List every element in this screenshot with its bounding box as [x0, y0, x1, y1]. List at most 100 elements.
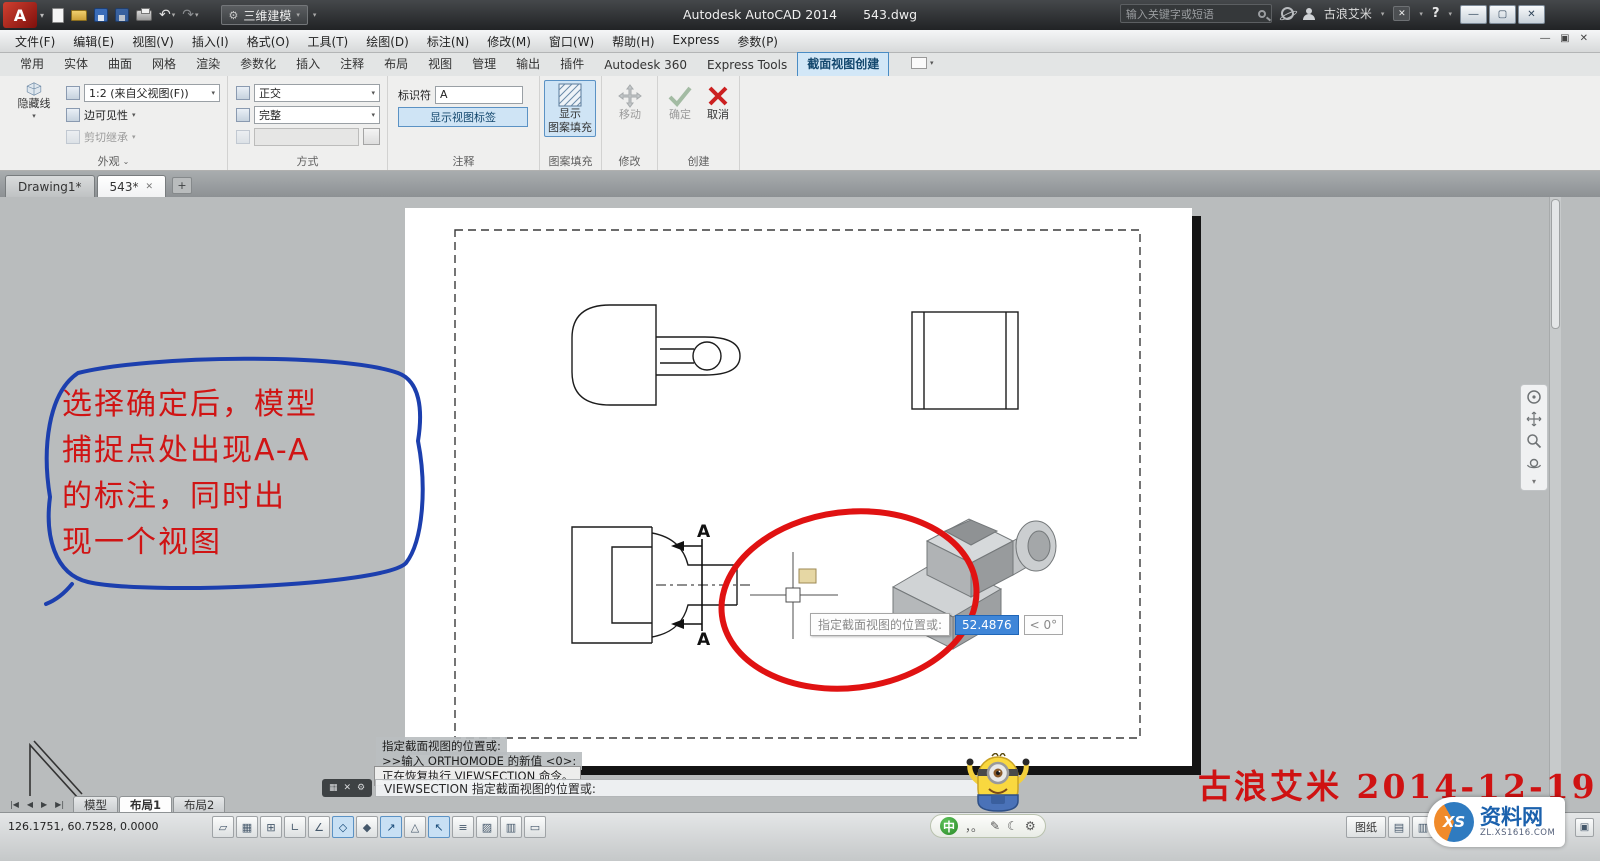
- autocad-logo-icon[interactable]: A: [3, 2, 37, 28]
- lineweight-icon[interactable]: ≡: [452, 816, 474, 838]
- doc-close-icon[interactable]: ✕: [1580, 33, 1588, 44]
- logo-caret-icon[interactable]: ▾: [40, 11, 44, 20]
- drawing-canvas[interactable]: A A: [0, 197, 1600, 796]
- menu-item[interactable]: 窗口(W): [540, 31, 603, 52]
- cancel-button[interactable]: 取消: [700, 84, 736, 122]
- ribbon-tab[interactable]: 常用: [10, 52, 54, 76]
- save-icon[interactable]: [94, 8, 108, 22]
- quick-view-layouts-icon[interactable]: ▤: [1388, 816, 1410, 838]
- ribbon-tab[interactable]: 管理: [462, 52, 506, 76]
- ribbon-tab[interactable]: 插入: [286, 52, 330, 76]
- new-file-icon[interactable]: [52, 8, 64, 23]
- edge-visibility-row[interactable]: 边可见性 ▾: [66, 105, 220, 124]
- ribbon-tab[interactable]: 布局: [374, 52, 418, 76]
- help-caret-icon[interactable]: ▾: [1448, 10, 1452, 18]
- close-command-icon[interactable]: ✕: [343, 784, 351, 793]
- layout-tab[interactable]: 布局1: [119, 796, 172, 812]
- undo-icon[interactable]: ↶: [159, 8, 171, 22]
- menu-item[interactable]: 格式(O): [238, 31, 299, 52]
- menu-item[interactable]: 工具(T): [299, 31, 358, 52]
- command-prompt[interactable]: VIEWSECTION 指定截面视图的位置或:: [375, 779, 993, 797]
- menu-item[interactable]: 参数(P): [728, 31, 787, 52]
- search-input[interactable]: 输入关键字或短语: [1120, 4, 1272, 23]
- redo-caret-icon[interactable]: ▾: [195, 11, 199, 19]
- menu-item[interactable]: 视图(V): [123, 31, 183, 52]
- dynamic-input-icon[interactable]: ↖: [428, 816, 450, 838]
- ime-logo[interactable]: 中: [940, 817, 958, 835]
- ribbon-tab[interactable]: 实体: [54, 52, 98, 76]
- ribbon-tab[interactable]: 参数化: [230, 52, 286, 76]
- menu-item[interactable]: 绘图(D): [357, 31, 418, 52]
- prev-tab-button[interactable]: ◀: [23, 800, 37, 809]
- open-file-icon[interactable]: [71, 10, 87, 21]
- settings-icon[interactable]: ⚙: [1025, 819, 1036, 833]
- menu-item[interactable]: 编辑(E): [64, 31, 123, 52]
- zoom-icon[interactable]: [1526, 433, 1542, 449]
- object-snap-icon[interactable]: ◇: [332, 816, 354, 838]
- steering-wheel-icon[interactable]: [1526, 389, 1542, 405]
- paper-model-toggle[interactable]: 图纸: [1346, 816, 1386, 838]
- ribbon-tab[interactable]: 网格: [142, 52, 186, 76]
- first-tab-button[interactable]: |◀: [6, 800, 23, 809]
- last-tab-button[interactable]: ▶|: [51, 800, 68, 809]
- panel-expand-icon[interactable]: ⌄: [123, 157, 130, 166]
- search-icon[interactable]: [1258, 10, 1266, 18]
- transparency-icon[interactable]: ▨: [476, 816, 498, 838]
- view-scale-select[interactable]: 1:2 (来自父视图(F)) ▾: [84, 84, 220, 102]
- redo-icon[interactable]: ↷: [182, 8, 194, 22]
- ribbon-tab[interactable]: 插件: [550, 52, 594, 76]
- undo-caret-icon[interactable]: ▾: [172, 11, 176, 19]
- close-button[interactable]: ✕: [1518, 5, 1545, 24]
- menu-item[interactable]: 插入(I): [183, 31, 238, 52]
- infer-constraints-icon[interactable]: ▱: [212, 816, 234, 838]
- command-line[interactable]: ▦ ✕ ⚙ VIEWSECTION 指定截面视图的位置或:: [322, 779, 993, 797]
- depth-pick-button[interactable]: [363, 128, 380, 145]
- ribbon-tab[interactable]: Express Tools: [697, 55, 797, 76]
- ribbon-tab[interactable]: 视图: [418, 52, 462, 76]
- pen-icon[interactable]: ✎: [990, 819, 1000, 833]
- 3d-object-snap-icon[interactable]: ◆: [356, 816, 378, 838]
- user-caret-icon[interactable]: ▾: [1381, 10, 1385, 18]
- layout-tab[interactable]: 布局2: [173, 796, 225, 812]
- menu-item[interactable]: 文件(F): [6, 31, 64, 52]
- plot-icon[interactable]: [136, 10, 152, 21]
- menu-item[interactable]: Express: [664, 31, 729, 52]
- ribbon-tab[interactable]: 渲染: [186, 52, 230, 76]
- ribbon-tab[interactable]: 曲面: [98, 52, 142, 76]
- qat-customize-icon[interactable]: ▾: [313, 11, 317, 19]
- minimize-button[interactable]: ―: [1460, 5, 1487, 24]
- object-snap-tracking-icon[interactable]: ↗: [380, 816, 402, 838]
- exchange-apps-icon[interactable]: ✕: [1393, 6, 1410, 21]
- doc-restore-icon[interactable]: ▣: [1560, 33, 1569, 44]
- identifier-input[interactable]: A: [435, 86, 523, 104]
- workspace-switcher[interactable]: ⚙ 三维建模 ▾: [221, 5, 308, 25]
- section-depth-select[interactable]: 完整 ▾: [254, 106, 380, 124]
- quick-properties-icon[interactable]: ▥: [500, 816, 522, 838]
- tab-close-icon[interactable]: ✕: [145, 182, 153, 192]
- navbar-menu-icon[interactable]: ▾: [1532, 477, 1536, 486]
- projection-select[interactable]: 正交 ▾: [254, 84, 380, 102]
- ribbon-tab[interactable]: 输出: [506, 52, 550, 76]
- clean-screen-button[interactable]: ▣: [1575, 818, 1594, 837]
- dynamic-input-value[interactable]: 52.4876: [955, 615, 1019, 635]
- grid-display-icon[interactable]: ⊞: [260, 816, 282, 838]
- ribbon-tab[interactable]: Autodesk 360: [594, 55, 697, 76]
- file-tab[interactable]: Drawing1* ✕: [5, 175, 95, 197]
- punctuation-icon[interactable]: ，。: [965, 818, 983, 835]
- polar-tracking-icon[interactable]: ∠: [308, 816, 330, 838]
- pan-icon[interactable]: [1526, 411, 1542, 427]
- snap-mode-icon[interactable]: ▦: [236, 816, 258, 838]
- menu-item[interactable]: 修改(M): [478, 31, 540, 52]
- save-as-icon[interactable]: [115, 8, 129, 22]
- a360-icon[interactable]: [1281, 7, 1294, 20]
- doc-minimize-icon[interactable]: ―: [1540, 33, 1550, 44]
- menu-item[interactable]: 帮助(H): [603, 31, 663, 52]
- moon-icon[interactable]: ☾: [1007, 819, 1018, 833]
- show-hatch-button[interactable]: 显示 图案填充: [544, 80, 596, 137]
- ortho-mode-icon[interactable]: ∟: [284, 816, 306, 838]
- ribbon-tab[interactable]: 注释: [330, 52, 374, 76]
- wrench-icon[interactable]: ⚙: [357, 784, 365, 793]
- orbit-icon[interactable]: [1526, 455, 1542, 471]
- selection-cycling-icon[interactable]: ▭: [524, 816, 546, 838]
- dynamic-ucs-icon[interactable]: △: [404, 816, 426, 838]
